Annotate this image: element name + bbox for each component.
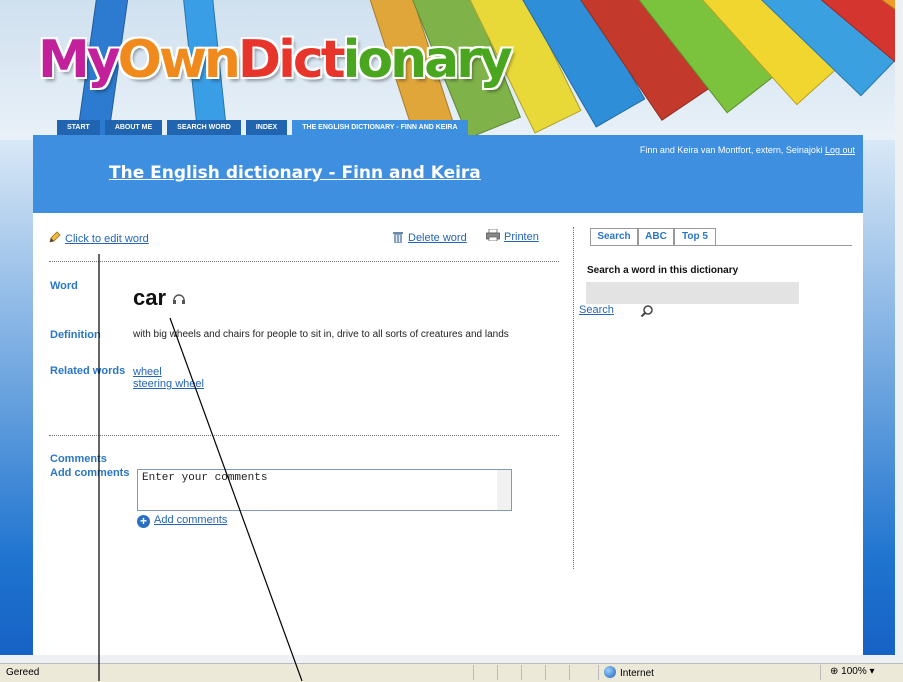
site-logo[interactable]: MyOwnDictionary [38,30,513,90]
word-value: car [133,285,186,311]
user-name: Finn and Keira van Montfort, extern, Sei… [639,145,823,155]
comments-placeholder: Enter your comments [142,472,268,484]
definition-text: with big wheels and chairs for people to… [133,329,509,340]
user-info: Finn and Keira van Montfort, extern, Sei… [640,145,855,155]
nav-tab-index[interactable]: INDEX [245,120,288,136]
print-link[interactable]: Printen [504,231,539,243]
security-zone[interactable]: Internet [604,666,654,679]
print-button[interactable]: Printen [486,228,539,243]
search-link[interactable]: Search [579,304,614,316]
globe-icon [604,666,616,678]
status-divider [521,665,522,680]
edit-word-link[interactable]: Click to edit word [65,233,149,245]
main-content: Click to edit word Delete word Printen W… [33,213,863,663]
search-input[interactable] [586,282,799,304]
comments-label: Comments [50,453,107,465]
add-comments-label: Add comments [50,467,130,479]
nav-tab-start[interactable]: START [57,120,100,136]
nav-tab-search-word[interactable]: SEARCH WORD [167,120,241,136]
tab-top-5[interactable]: Top 5 [674,228,716,245]
chevron-down-icon: ▾ [869,666,875,677]
textarea-scrollbar[interactable] [497,470,511,510]
dictionary-header: Finn and Keira van Montfort, extern, Sei… [33,135,863,213]
dictionary-title[interactable]: The English dictionary - Finn and Keira [109,163,481,183]
search-heading: Search a word in this dictionary [587,265,739,276]
printer-icon [486,228,500,242]
delete-word-button[interactable]: Delete word [393,231,467,244]
related-word-wheel[interactable]: wheel [133,366,162,378]
status-divider [569,665,570,680]
delete-word-link[interactable]: Delete word [408,232,467,244]
zoom-icon: ⊕ [830,666,839,677]
headphones-icon[interactable] [172,293,186,305]
trash-icon [393,232,403,243]
nav-tab-about-me[interactable]: ABOUT ME [104,120,163,136]
related-word-steering-wheel[interactable]: steering wheel [133,378,204,390]
edit-word-button[interactable]: Click to edit word [49,231,149,245]
divider [49,435,559,436]
main-nav: START ABOUT ME SEARCH WORD INDEX THE ENG… [57,120,468,136]
pencil-icon [49,231,61,243]
logout-link[interactable]: Log out [825,145,855,155]
tab-abc[interactable]: ABC [638,228,674,245]
column-divider [573,227,574,569]
plus-icon: + [137,515,150,528]
status-divider [473,665,474,680]
definition-label: Definition [50,329,101,341]
related-words-list: wheel steering wheel [133,366,204,390]
browser-page: MyOwnDictionary START ABOUT ME SEARCH WO… [0,0,903,663]
status-text: Gereed [6,667,40,678]
page-scrollbar-horizontal[interactable] [0,655,895,663]
sidebar-tabs: Search ABC Top 5 [590,228,852,246]
tab-search[interactable]: Search [590,228,638,245]
add-comments-link[interactable]: Add comments [154,514,227,526]
zoom-level: 100% [841,666,867,677]
zoom-control[interactable]: ⊕ 100% ▾ [830,666,875,677]
page-scrollbar-vertical[interactable] [895,0,903,663]
divider [49,261,559,262]
status-divider [598,665,599,680]
magnifier-icon[interactable] [640,304,654,318]
status-divider [497,665,498,680]
site-banner: MyOwnDictionary [0,0,903,140]
related-words-label: Related words [50,365,126,377]
zone-label: Internet [620,668,654,679]
word-label: Word [50,280,78,292]
nav-tab-dictionary[interactable]: THE ENGLISH DICTIONARY - FINN AND KEIRA [292,120,468,136]
word-text: car [133,285,167,310]
add-comments-button[interactable]: + Add comments [137,514,227,528]
status-divider [545,665,546,680]
status-divider [820,665,821,680]
browser-status-bar: Gereed Internet ⊕ 100% ▾ [0,663,903,682]
comments-textarea[interactable]: Enter your comments [137,469,512,511]
